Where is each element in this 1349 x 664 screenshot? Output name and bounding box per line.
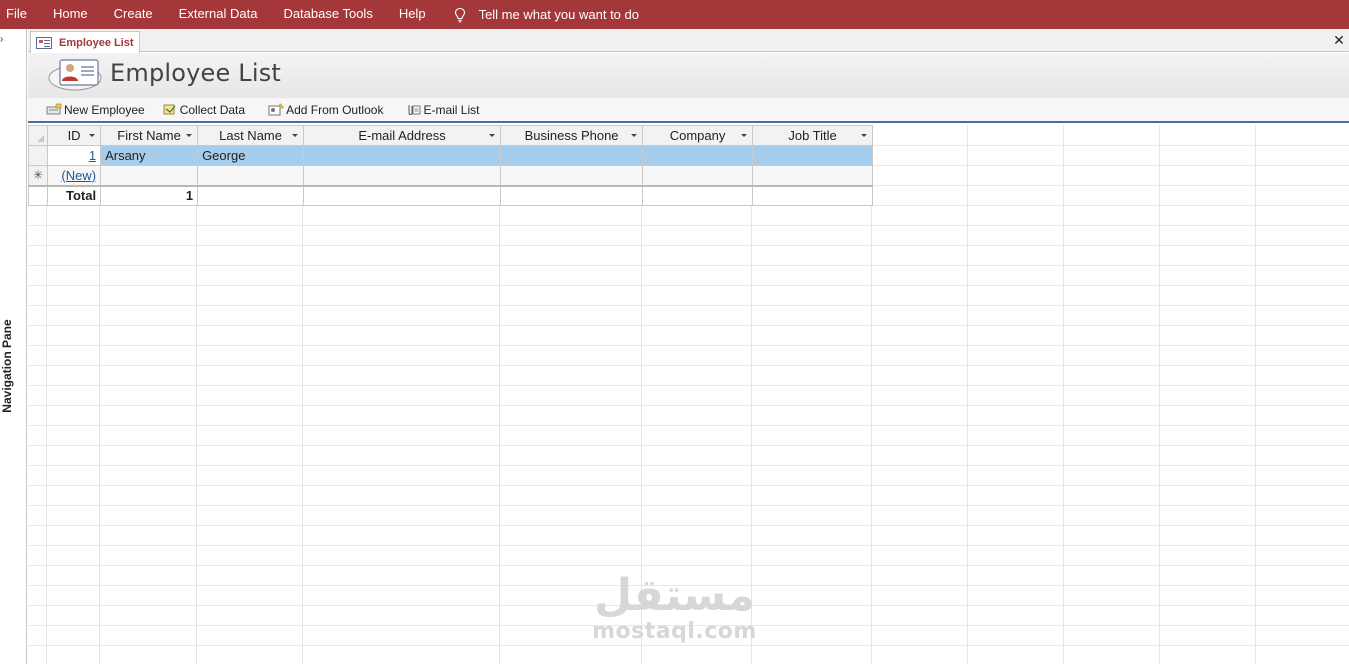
tell-me-search[interactable]: Tell me what you want to do — [453, 0, 639, 29]
form-icon — [36, 36, 52, 49]
dropdown-arrow-icon[interactable] — [631, 134, 638, 137]
cell-job-title[interactable] — [752, 145, 874, 166]
navigation-pane-label[interactable]: Navigation Pane — [0, 319, 14, 413]
grid-line — [1255, 125, 1256, 664]
total-cell[interactable] — [752, 184, 874, 206]
add-from-outlook-label: Add From Outlook — [286, 102, 384, 117]
cell-job-title[interactable] — [752, 165, 874, 186]
column-header-company[interactable]: Company — [642, 125, 754, 146]
total-cell[interactable] — [642, 184, 754, 206]
dropdown-arrow-icon[interactable] — [489, 134, 496, 137]
form-header: Employee List — [28, 53, 1349, 98]
totals-row: Total 1 — [28, 184, 874, 206]
document-tab-strip: Employee List ✕ — [28, 29, 1349, 53]
total-cell[interactable] — [197, 184, 305, 206]
cell-last-name[interactable] — [197, 165, 305, 186]
watermark-logo: مستقل mostaql.com — [592, 572, 757, 652]
collect-data-icon — [163, 104, 176, 115]
cell-last-name[interactable]: George — [197, 145, 305, 166]
column-header-first-name[interactable]: First Name — [100, 125, 199, 146]
new-row-marker-icon[interactable]: ✳ — [28, 165, 49, 186]
paperclip-mail-icon — [408, 105, 421, 115]
dropdown-arrow-icon[interactable] — [741, 134, 748, 137]
menu-help[interactable]: Help — [386, 0, 439, 29]
grid-line — [967, 125, 968, 664]
dropdown-arrow-icon[interactable] — [292, 134, 299, 137]
navigation-pane[interactable]: › Navigation Pane — [0, 29, 27, 664]
lightbulb-icon — [454, 7, 465, 22]
cell-business-phone[interactable] — [500, 165, 644, 186]
dropdown-arrow-icon[interactable] — [861, 134, 868, 137]
new-employee-button[interactable]: New Employee — [46, 103, 145, 117]
total-label: Total — [47, 184, 102, 206]
close-icon[interactable]: ✕ — [1332, 31, 1346, 49]
collect-data-button[interactable]: Collect Data — [162, 103, 245, 117]
cell-company[interactable] — [642, 145, 754, 166]
cell-business-phone[interactable] — [500, 145, 644, 166]
cell-email[interactable] — [303, 165, 502, 186]
dropdown-arrow-icon[interactable] — [89, 134, 96, 137]
tell-me-label: Tell me what you want to do — [478, 7, 639, 22]
watermark-latin: mostaql.com — [592, 619, 757, 644]
contact-card-icon — [48, 59, 102, 91]
dropdown-arrow-icon[interactable] — [186, 134, 193, 137]
new-employee-label: New Employee — [64, 102, 145, 117]
grid-line — [1063, 125, 1064, 664]
collect-data-label: Collect Data — [179, 102, 246, 117]
ribbon-menubar: File Home Create External Data Database … — [0, 0, 1349, 29]
cell-id[interactable]: 1 — [47, 145, 102, 166]
column-header-job-title[interactable]: Job Title — [752, 125, 874, 146]
menu-external-data[interactable]: External Data — [166, 0, 271, 29]
menu-file[interactable]: File — [0, 0, 40, 29]
total-value[interactable]: 1 — [100, 184, 199, 206]
column-header-last-name[interactable]: Last Name — [197, 125, 305, 146]
column-header-id[interactable]: ID — [47, 125, 102, 146]
form-toolbar: New Employee Collect Data Add From Outlo… — [28, 98, 1349, 123]
cell-first-name[interactable]: Arsany — [100, 145, 199, 166]
header-row: ID First Name Last Name E-mail Address B… — [28, 125, 874, 146]
employee-table: ID First Name Last Name E-mail Address B… — [28, 125, 874, 206]
tab-label: Employee List — [59, 36, 134, 49]
menu-database-tools[interactable]: Database Tools — [270, 0, 385, 29]
menu-create[interactable]: Create — [101, 0, 166, 29]
grid-line — [1159, 125, 1160, 664]
email-list-button[interactable]: E-mail List — [405, 103, 479, 117]
total-cell[interactable] — [303, 184, 502, 206]
add-from-outlook-button[interactable]: Add From Outlook — [268, 103, 383, 117]
row-selector — [28, 184, 49, 206]
total-cell[interactable] — [500, 184, 644, 206]
cell-first-name[interactable] — [100, 165, 199, 186]
chevron-right-icon[interactable]: › — [0, 34, 10, 46]
page-title: Employee List — [110, 59, 282, 87]
email-list-label: E-mail List — [423, 102, 480, 117]
new-record-link[interactable]: (New) — [47, 165, 102, 186]
menu-home[interactable]: Home — [40, 0, 101, 29]
add-contact-icon — [268, 103, 284, 116]
row-selector[interactable] — [28, 145, 49, 166]
cell-email[interactable] — [303, 145, 502, 166]
select-all-corner[interactable] — [28, 125, 49, 146]
column-header-business-phone[interactable]: Business Phone — [500, 125, 644, 146]
new-record-icon — [46, 103, 62, 115]
watermark-arabic: مستقل — [594, 570, 755, 621]
tab-employee-list[interactable]: Employee List — [30, 31, 140, 53]
new-record-row[interactable]: ✳ (New) — [28, 165, 874, 186]
table-row[interactable]: 1 Arsany George — [28, 145, 874, 166]
column-header-email[interactable]: E-mail Address — [303, 125, 502, 146]
cell-company[interactable] — [642, 165, 754, 186]
